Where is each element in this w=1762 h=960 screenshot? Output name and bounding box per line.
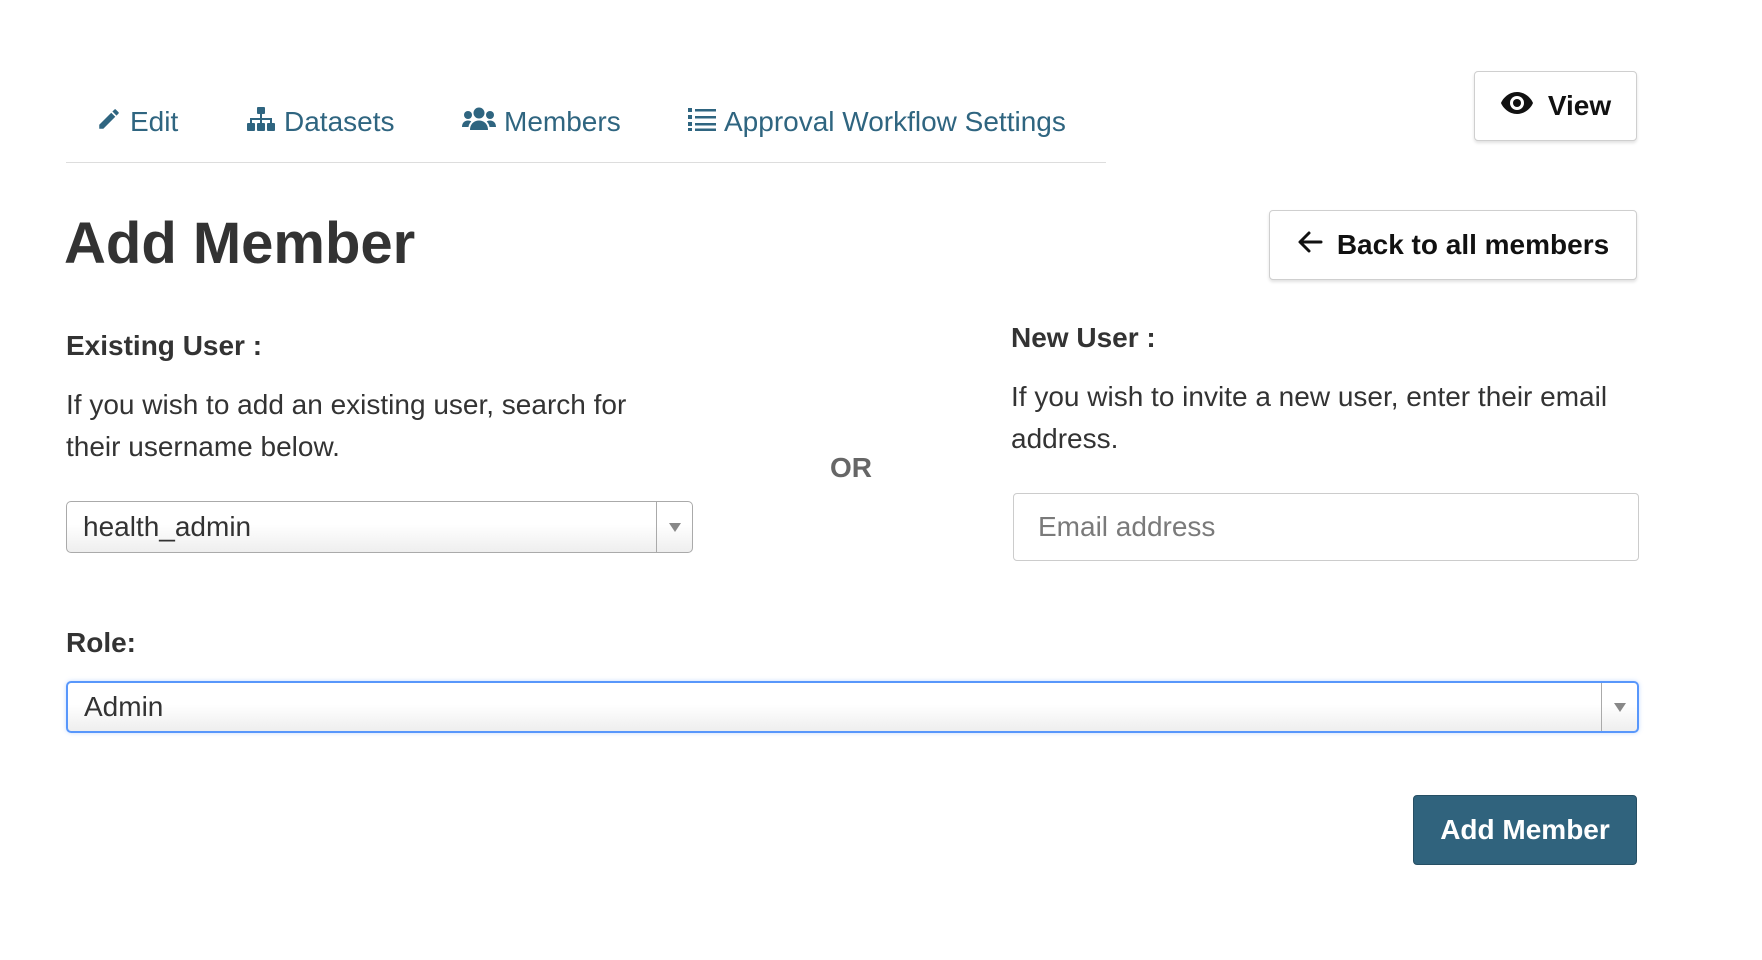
view-button[interactable]: View bbox=[1474, 71, 1637, 141]
new-user-help: If you wish to invite a new user, enter … bbox=[1011, 381, 1608, 454]
back-to-members-button[interactable]: Back to all members bbox=[1269, 210, 1637, 280]
back-button-label: Back to all members bbox=[1336, 229, 1610, 260]
users-icon bbox=[462, 106, 496, 139]
tab-approval-label: Approval Workflow Settings bbox=[724, 106, 1066, 137]
sitemap-icon bbox=[246, 106, 276, 139]
chevron-down-icon[interactable] bbox=[656, 502, 692, 552]
existing-user-select[interactable]: health_admin bbox=[66, 501, 693, 553]
new-user-label: New User : bbox=[1011, 322, 1156, 353]
tab-datasets-label: Datasets bbox=[284, 106, 395, 137]
tab-edit-label: Edit bbox=[130, 106, 179, 137]
existing-user-label: Existing User : bbox=[66, 330, 263, 361]
page: Edit Datasets Members Approval Workflow … bbox=[0, 0, 1762, 960]
role-select[interactable]: Admin bbox=[66, 681, 1639, 733]
tab-edit[interactable]: Edit bbox=[96, 102, 178, 142]
tab-datasets[interactable]: Datasets bbox=[246, 102, 395, 142]
role-select-value: Admin bbox=[84, 691, 164, 722]
existing-user-select-value: health_admin bbox=[83, 511, 252, 542]
view-button-label: View bbox=[1547, 90, 1612, 121]
tab-approval-workflow-settings[interactable]: Approval Workflow Settings bbox=[688, 102, 1066, 142]
page-title: Add Member bbox=[64, 211, 416, 276]
arrow-left-icon bbox=[1297, 229, 1323, 261]
email-field[interactable] bbox=[1013, 493, 1639, 561]
pencil-icon bbox=[96, 106, 122, 139]
role-label: Role: bbox=[66, 627, 136, 658]
tab-bar: Edit Datasets Members Approval Workflow … bbox=[66, 70, 1106, 163]
tab-members-label: Members bbox=[504, 106, 621, 137]
list-icon bbox=[688, 106, 716, 139]
eye-icon bbox=[1500, 90, 1534, 122]
existing-user-help: If you wish to add an existing user, sea… bbox=[66, 389, 627, 462]
add-member-button[interactable]: Add Member bbox=[1413, 795, 1637, 865]
tab-members[interactable]: Members bbox=[462, 102, 621, 142]
chevron-down-icon[interactable] bbox=[1601, 683, 1637, 731]
or-separator: OR bbox=[830, 452, 872, 483]
